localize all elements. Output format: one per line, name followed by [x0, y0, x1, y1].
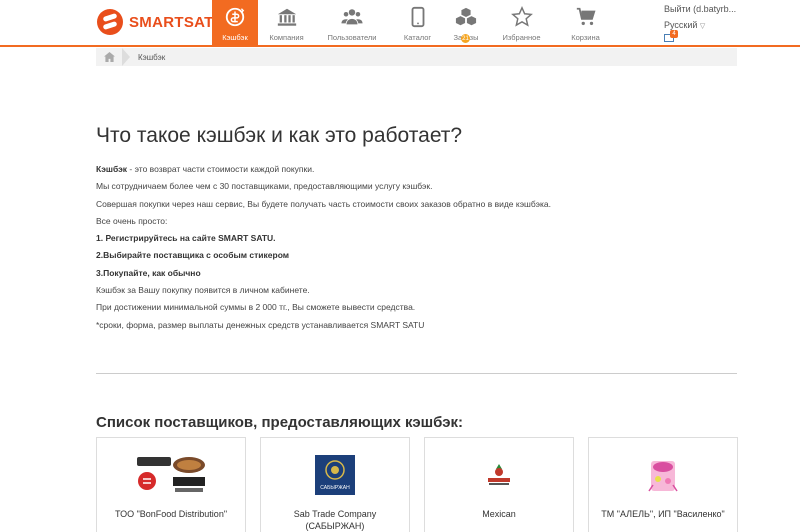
sabyrzhan-logo: САБЫРЖАН	[261, 450, 409, 500]
home-icon	[103, 52, 115, 62]
breadcrumb-home[interactable]	[96, 48, 122, 66]
step-item: 2.Выбирайте поставщика с особым стикером	[96, 249, 736, 266]
nav-catalog[interactable]: Каталог	[389, 0, 446, 47]
chevron-down-icon: ▽	[699, 23, 706, 30]
step-item: 3.Покупайте, как обычно	[96, 267, 736, 284]
nav-company[interactable]: Компания	[258, 0, 315, 47]
nav-label: Избранное	[502, 33, 541, 42]
cashback-icon	[225, 7, 245, 27]
nav-label: Пользователи	[327, 33, 377, 42]
nav-label: Корзина	[571, 33, 600, 42]
sabyrzhan-logo-text: САБЫРЖАН	[320, 485, 350, 491]
cashback-description: Кэшбэк - это возврат части стоимости каж…	[96, 163, 736, 336]
supplier-list: ТОО "BonFood Distribution" САБЫРЖАН Sab …	[96, 437, 752, 532]
breadcrumb-separator	[122, 48, 130, 66]
supplier-card[interactable]: ТОО "BonFood Distribution"	[96, 437, 246, 532]
nav-cart[interactable]: Корзина	[557, 0, 614, 47]
star-icon	[510, 6, 533, 27]
bonfood-logo	[97, 450, 245, 500]
logo-mark-icon	[97, 9, 123, 35]
section-divider	[96, 373, 737, 374]
note-line: Кэшбэк за Вашу покупку появится в личном…	[96, 285, 310, 296]
orders-count-badge: 21	[461, 34, 470, 43]
intro-definition-text: - это возврат части стоимости каждой пок…	[127, 164, 315, 174]
main-nav: Кэшбэк Компания Пользователи Каталог Зак…	[212, 0, 614, 47]
nav-label: Компания	[269, 33, 304, 42]
language-value: Русский	[664, 20, 698, 30]
step-text: 3.Покупайте, как обычно	[96, 267, 201, 278]
bank-icon	[277, 8, 296, 26]
intro-line: Все очень просто:	[96, 215, 168, 226]
supplier-card[interactable]: САБЫРЖАН Sab Trade Company (САБЫРЖАН)	[260, 437, 410, 532]
suppliers-title: Список поставщиков, предоставляющих кэшб…	[96, 414, 464, 431]
alel-logo	[589, 450, 737, 500]
mexican-logo	[425, 450, 573, 500]
nav-label: Кэшбэк	[222, 33, 248, 42]
breadcrumb: Кэшбэк	[96, 48, 737, 66]
note-line: *сроки, форма, размер выплаты денежных с…	[96, 319, 425, 330]
note-line: При достижении минимальной суммы в 2 000…	[96, 302, 416, 313]
supplier-name: Sab Trade Company (САБЫРЖАН)	[293, 509, 377, 531]
page-title: Что такое кэшбэк и как это работает?	[96, 124, 463, 147]
mail-count-badge: 4	[670, 30, 678, 38]
site-logo[interactable]: SMARTSATU	[97, 9, 225, 35]
logout-link[interactable]: Выйти (d.batyrb...	[664, 4, 736, 14]
nav-favorites[interactable]: Избранное	[486, 0, 557, 47]
step-text: 2.Выбирайте поставщика с особым стикером	[96, 250, 290, 261]
language-select[interactable]: Русский ▽	[664, 20, 705, 30]
cart-icon	[576, 7, 595, 26]
intro-line: Мы сотрудничаем более чем с 30 поставщик…	[96, 181, 433, 192]
boxes-icon	[455, 7, 477, 26]
tablet-icon	[411, 6, 424, 28]
supplier-name: ТМ "АЛЕЛЬ", ИП "Василенко"	[601, 509, 725, 519]
supplier-card[interactable]: Mexican	[424, 437, 574, 532]
intro-definition: Кэшбэк - это возврат части стоимости каж…	[96, 163, 736, 180]
users-icon	[341, 9, 363, 25]
step-item: 1. Регистрируйтесь на сайте SMART SATU.	[96, 232, 736, 249]
intro-line: Совершая покупки через наш сервис, Вы бу…	[96, 198, 551, 209]
supplier-name: Mexican	[482, 509, 516, 519]
intro-term: Кэшбэк	[96, 164, 128, 174]
logo-text: SMARTSATU	[129, 13, 225, 31]
breadcrumb-current: Кэшбэк	[138, 52, 166, 62]
supplier-card[interactable]: ТМ "АЛЕЛЬ", ИП "Василенко"	[588, 437, 738, 532]
nav-label: Каталог	[403, 33, 432, 42]
nav-cashback[interactable]: Кэшбэк	[212, 0, 258, 47]
supplier-name: ТОО "BonFood Distribution"	[114, 509, 228, 519]
top-header: SMARTSATU Кэшбэк Компания Пользователи К…	[0, 0, 800, 47]
nav-users[interactable]: Пользователи	[315, 0, 389, 47]
nav-orders[interactable]: Заказы 21	[446, 0, 486, 47]
step-text: 1. Регистрируйтесь на сайте SMART SATU.	[96, 233, 276, 244]
